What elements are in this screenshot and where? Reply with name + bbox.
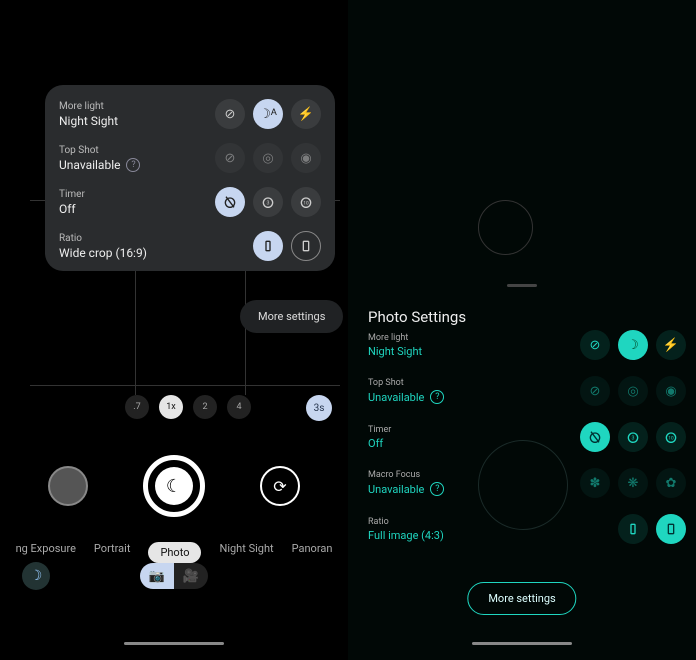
svg-text:3: 3 <box>267 201 270 207</box>
flip-camera-button[interactable]: ⟳ <box>260 466 300 506</box>
night-sight-auto-icon[interactable]: ☽ <box>618 330 648 360</box>
zoom-4x[interactable]: 4 <box>227 395 251 419</box>
screen-material-you: Photo Settings More light Night Sight ⊘ … <box>348 0 696 660</box>
night-sight-auto-icon[interactable]: ☽ᴬ <box>253 99 283 129</box>
photo-settings-title: Photo Settings <box>368 308 466 326</box>
gesture-bar <box>472 642 572 645</box>
topshot-on-icon: ◉ <box>291 143 321 173</box>
mode-long-exposure[interactable]: ng Exposure <box>16 542 76 563</box>
moon-icon: ☾ <box>166 476 182 497</box>
sheet-grabber[interactable] <box>507 284 537 287</box>
gesture-bar <box>124 642 224 645</box>
mode-panorama[interactable]: Panoran <box>292 542 333 563</box>
ratio-43-icon[interactable] <box>656 514 686 544</box>
timer-10s-icon[interactable]: 10 <box>291 187 321 217</box>
zoom-selector[interactable]: .7 1x 2 4 <box>125 395 251 419</box>
row-timer: Timer Off 3 10 <box>368 422 686 452</box>
help-icon[interactable]: ? <box>430 390 444 404</box>
night-sight-chip[interactable]: ☽ <box>22 562 50 590</box>
flash-off-icon[interactable]: ⊘ <box>215 99 245 129</box>
ratio-value: Full image (4:3) <box>368 529 444 542</box>
top-shot-label: Top Shot <box>59 145 140 156</box>
row-top-shot: Top Shot Unavailable ? ⊘ ◎ ◉ <box>59 143 321 173</box>
ratio-169-icon[interactable] <box>253 231 283 261</box>
video-mode-icon[interactable]: 🎥 <box>174 563 208 589</box>
row-macro: Macro Focus Unavailable ? ✽ ❋ ✿ <box>368 468 686 498</box>
gridline <box>30 385 340 386</box>
ratio-value: Wide crop (16:9) <box>59 246 147 260</box>
macro-label: Macro Focus <box>368 470 444 480</box>
gallery-thumbnail[interactable] <box>48 466 88 506</box>
zoom-07[interactable]: .7 <box>125 395 149 419</box>
macro-off-icon: ✽ <box>580 468 610 498</box>
row-ratio: Ratio Full image (4:3) <box>368 514 686 544</box>
flash-off-icon[interactable]: ⊘ <box>580 330 610 360</box>
topshot-off-icon: ⊘ <box>215 143 245 173</box>
ratio-169-icon[interactable] <box>618 514 648 544</box>
more-light-label: More light <box>59 101 118 112</box>
topshot-auto-icon: ◎ <box>618 376 648 406</box>
macro-value: Unavailable ? <box>368 482 444 496</box>
row-more-light: More light Night Sight ⊘ ☽ ⚡ <box>368 330 686 360</box>
mode-strip[interactable]: ng Exposure Portrait Photo Night Sight P… <box>0 542 348 563</box>
timer-3s-icon[interactable]: 3 <box>253 187 283 217</box>
flash-on-icon[interactable]: ⚡ <box>656 330 686 360</box>
mode-portrait[interactable]: Portrait <box>94 542 131 563</box>
macro-auto-icon: ❋ <box>618 468 648 498</box>
top-shot-value: Unavailable ? <box>368 390 444 404</box>
row-top-shot: Top Shot Unavailable ? ⊘ ◎ ◉ <box>368 376 686 406</box>
zoom-1x[interactable]: 1x <box>159 395 183 419</box>
svg-text:10: 10 <box>668 436 674 442</box>
row-ratio: Ratio Wide crop (16:9) <box>59 231 321 261</box>
timer-countdown-badge: 3s <box>306 395 332 421</box>
help-icon[interactable]: ? <box>430 482 444 496</box>
svg-text:3: 3 <box>632 436 635 442</box>
timer-3s-icon[interactable]: 3 <box>618 422 648 452</box>
timer-10s-icon[interactable]: 10 <box>656 422 686 452</box>
photo-mode-icon[interactable]: 📷 <box>140 563 174 589</box>
top-shot-value: Unavailable ? <box>59 158 140 172</box>
more-light-value: Night Sight <box>368 345 422 358</box>
topshot-on-icon: ◉ <box>656 376 686 406</box>
timer-value: Off <box>59 202 85 216</box>
timer-off-icon[interactable] <box>580 422 610 452</box>
topshot-auto-icon: ◎ <box>253 143 283 173</box>
viewfinder-shape <box>478 200 533 255</box>
ratio-label: Ratio <box>368 517 444 527</box>
zoom-2x[interactable]: 2 <box>193 395 217 419</box>
more-light-label: More light <box>368 333 422 343</box>
timer-label: Timer <box>59 189 85 200</box>
more-light-value: Night Sight <box>59 114 118 128</box>
macro-on-icon: ✿ <box>656 468 686 498</box>
ratio-label: Ratio <box>59 233 147 244</box>
ratio-43-icon[interactable] <box>291 231 321 261</box>
photo-video-toggle[interactable]: 📷 🎥 <box>140 563 208 589</box>
top-shot-label: Top Shot <box>368 378 444 388</box>
row-more-light: More light Night Sight ⊘ ☽ᴬ ⚡ <box>59 99 321 129</box>
help-icon[interactable]: ? <box>126 158 140 172</box>
quick-settings-panel-old: More light Night Sight ⊘ ☽ᴬ ⚡ Top Shot U… <box>45 85 335 271</box>
more-settings-button[interactable]: More settings <box>467 582 576 615</box>
timer-off-icon[interactable] <box>215 187 245 217</box>
topshot-off-icon: ⊘ <box>580 376 610 406</box>
shutter-button[interactable]: ☾ <box>143 455 205 517</box>
more-settings-button[interactable]: More settings <box>240 300 343 333</box>
mode-photo[interactable]: Photo <box>148 542 201 563</box>
flash-on-icon[interactable]: ⚡ <box>291 99 321 129</box>
timer-value: Off <box>368 437 391 450</box>
svg-text:10: 10 <box>303 201 309 207</box>
timer-label: Timer <box>368 425 391 435</box>
row-timer: Timer Off 3 10 <box>59 187 321 217</box>
screen-old-style: More light Night Sight ⊘ ☽ᴬ ⚡ Top Shot U… <box>0 0 348 660</box>
mode-night-sight[interactable]: Night Sight <box>219 542 273 563</box>
